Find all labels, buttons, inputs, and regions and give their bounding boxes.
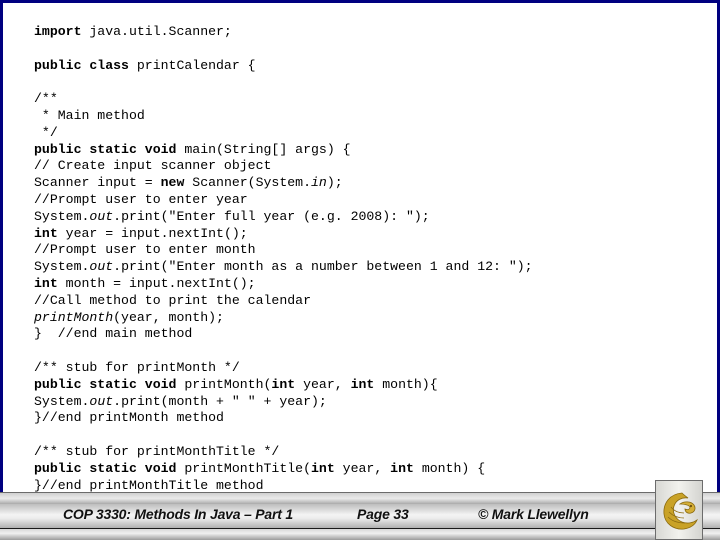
- code-line: } //end main method: [34, 326, 533, 343]
- code-text: printMonthTitle(: [176, 460, 311, 476]
- code-text: //Prompt user to enter month: [34, 242, 256, 258]
- code-keyword: public class: [34, 57, 129, 73]
- logo-box: [655, 480, 703, 540]
- code-line: /** stub for printMonthTitle */: [34, 444, 533, 461]
- code-line: //Call method to print the calendar: [34, 293, 533, 310]
- code-keyword: public static void: [34, 141, 177, 157]
- footer-copyright: © Mark Llewellyn: [478, 506, 589, 522]
- code-text: year = input.nextInt();: [57, 225, 248, 241]
- code-text: /**: [34, 91, 58, 107]
- code-keyword: public static void: [34, 376, 177, 392]
- code-line: /** stub for printMonth */: [34, 360, 533, 377]
- code-line: Scanner input = new Scanner(System.in);: [34, 175, 533, 192]
- code-text: month){: [374, 376, 438, 392]
- code-text: } //end main method: [34, 326, 193, 342]
- code-text: System.: [34, 393, 90, 409]
- code-text: Scanner input =: [34, 175, 161, 191]
- code-listing: import java.util.Scanner; public class pr…: [34, 24, 533, 494]
- ucf-pegasus-logo-icon: [663, 492, 698, 530]
- code-text: //Call method to print the calendar: [34, 292, 311, 308]
- code-text: .print("Enter full year (e.g. 2008): ");: [113, 208, 430, 224]
- code-keyword: int: [311, 460, 335, 476]
- code-text: Scanner(System.: [184, 175, 311, 191]
- code-italic: out: [89, 393, 114, 409]
- code-text: year,: [334, 460, 391, 476]
- code-line: System.out.print("Enter full year (e.g. …: [34, 209, 533, 226]
- code-text: /** stub for printMonthTitle */: [34, 443, 280, 459]
- code-text: (year, month);: [113, 309, 224, 325]
- code-line: public class printCalendar {: [34, 58, 533, 75]
- code-text: .print("Enter month as a number between …: [113, 259, 533, 275]
- code-italic: in: [311, 175, 327, 191]
- code-line: int year = input.nextInt();: [34, 226, 533, 243]
- footer-course-title: COP 3330: Methods In Java – Part 1: [63, 506, 293, 522]
- code-keyword: int: [271, 376, 296, 392]
- code-text: printCalendar {: [128, 57, 256, 73]
- code-line: }//end printMonth method: [34, 410, 533, 427]
- code-text: // Create input scanner object: [34, 158, 272, 174]
- code-text: System.: [34, 208, 90, 224]
- code-text: }//end printMonthTitle method: [34, 477, 264, 493]
- footer-page-number: Page 33: [357, 506, 409, 522]
- code-line: System.out.print("Enter month as a numbe…: [34, 259, 533, 276]
- code-line: //Prompt user to enter month: [34, 242, 533, 259]
- code-line: System.out.print(month + " " + year);: [34, 394, 533, 411]
- code-italic: out: [89, 208, 114, 224]
- code-italic: out: [89, 259, 114, 275]
- code-text: }//end printMonth method: [34, 410, 224, 426]
- code-text: month = input.nextInt();: [57, 275, 256, 291]
- slide-frame: import java.util.Scanner; public class pr…: [0, 0, 720, 494]
- code-line: */: [34, 125, 533, 142]
- slide-footer: COP 3330: Methods In Java – Part 1 Page …: [0, 492, 720, 540]
- code-text: System.: [34, 259, 90, 275]
- code-text: //Prompt user to enter year: [34, 191, 248, 207]
- code-keyword: int: [34, 225, 58, 241]
- code-keyword: new: [160, 175, 185, 191]
- code-line: public static void printMonth(int year, …: [34, 377, 533, 394]
- code-line: printMonth(year, month);: [34, 310, 533, 327]
- code-line: * Main method: [34, 108, 533, 125]
- code-italic: printMonth: [34, 309, 114, 325]
- code-text: java.util.Scanner;: [81, 24, 232, 39]
- code-text: /** stub for printMonth */: [34, 359, 240, 375]
- code-line: public static void printMonthTitle(int y…: [34, 461, 533, 478]
- code-text: * Main method: [34, 107, 145, 123]
- code-line: int month = input.nextInt();: [34, 276, 533, 293]
- code-text: main(String[] args) {: [176, 141, 351, 157]
- code-keyword: int: [390, 460, 414, 476]
- code-keyword: int: [350, 376, 375, 392]
- code-text: year,: [295, 376, 351, 392]
- code-line: //Prompt user to enter year: [34, 192, 533, 209]
- code-text: );: [326, 175, 343, 191]
- code-text: month) {: [413, 460, 486, 476]
- code-keyword: public static void: [34, 460, 177, 476]
- code-line: public static void main(String[] args) {: [34, 142, 533, 159]
- code-text: */: [34, 124, 58, 140]
- code-keyword: int: [34, 275, 58, 291]
- code-line: // Create input scanner object: [34, 158, 533, 175]
- code-text: .print(month + " " + year);: [113, 393, 327, 409]
- code-line: import java.util.Scanner;: [34, 24, 533, 41]
- footer-band-bottom: [0, 529, 720, 540]
- code-line: /**: [34, 91, 533, 108]
- code-text: printMonth(: [176, 376, 272, 392]
- code-keyword: import: [34, 24, 82, 39]
